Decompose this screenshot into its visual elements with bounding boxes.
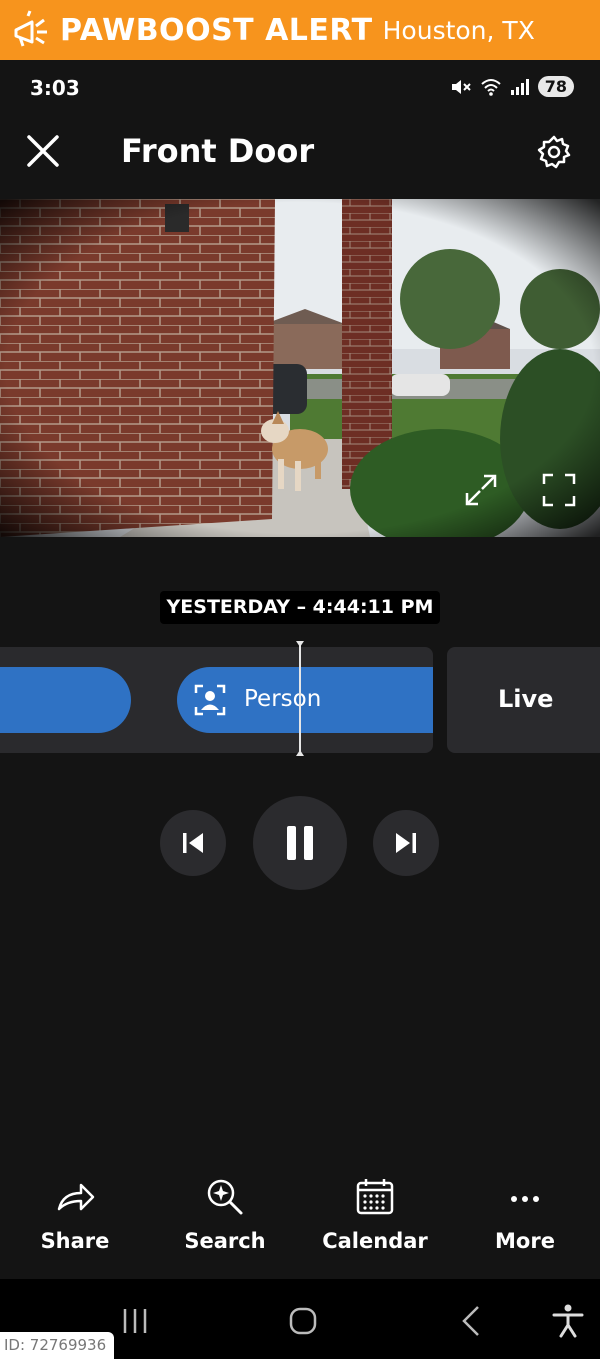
pause-button[interactable]: [253, 796, 347, 890]
banner-location: Houston, TX: [382, 15, 535, 45]
skip-next-button[interactable]: [373, 810, 439, 876]
event-clip-previous[interactable]: [0, 667, 131, 733]
megaphone-icon: [14, 10, 47, 47]
close-icon[interactable]: [24, 132, 62, 170]
expand-icon[interactable]: [462, 471, 500, 509]
search-sparkle-icon: [207, 1179, 243, 1215]
pawboost-banner: PAWBOOST ALERT Houston, TX: [0, 0, 600, 60]
more-button[interactable]: More: [450, 1175, 600, 1253]
event-timeline[interactable]: Person: [0, 647, 433, 753]
event-clip-person[interactable]: Person: [177, 667, 433, 733]
person-detect-icon: [194, 684, 226, 716]
fullscreen-icon[interactable]: [540, 471, 578, 509]
page-title: Front Door: [121, 132, 315, 170]
home-icon[interactable]: [283, 1301, 323, 1341]
recents-icon[interactable]: [115, 1301, 155, 1341]
search-label: Search: [184, 1229, 266, 1253]
live-label: Live: [498, 685, 554, 713]
scrubber-top-marker: [296, 641, 304, 647]
more-icon: [511, 1196, 539, 1202]
camera-feed[interactable]: [0, 199, 600, 537]
wifi-icon: [481, 78, 501, 96]
battery-level: 78: [537, 76, 574, 97]
status-time: 3:03: [30, 76, 80, 100]
action-bar: Share Search Calendar More: [0, 1175, 600, 1275]
accessibility-icon[interactable]: [548, 1301, 588, 1341]
mute-icon: [451, 79, 471, 94]
scrubber-bottom-marker: [296, 750, 304, 756]
signal-icon: [510, 78, 529, 95]
image-id-tag: ID: 72769936: [0, 1332, 114, 1359]
back-icon[interactable]: [452, 1301, 492, 1341]
search-button[interactable]: Search: [150, 1175, 300, 1253]
share-icon: [57, 1183, 95, 1211]
banner-title: PAWBOOST ALERT: [60, 12, 373, 48]
gear-icon[interactable]: [536, 134, 572, 170]
live-button[interactable]: Live: [447, 647, 600, 753]
more-label: More: [495, 1229, 555, 1253]
timeline-scrubber[interactable]: [299, 645, 301, 755]
skip-previous-icon: [183, 833, 203, 853]
camera-image: [0, 199, 600, 537]
skip-previous-button[interactable]: [160, 810, 226, 876]
skip-next-icon: [396, 833, 416, 853]
timestamp-label: YESTERDAY – 4:44:11 PM: [160, 591, 440, 624]
calendar-icon: [356, 1179, 394, 1215]
share-button[interactable]: Share: [0, 1175, 150, 1253]
calendar-label: Calendar: [322, 1229, 428, 1253]
header: Front Door: [0, 118, 600, 188]
share-label: Share: [40, 1229, 110, 1253]
status-bar: 3:03 78: [0, 60, 600, 116]
event-label: Person: [244, 686, 322, 712]
pause-icon: [287, 826, 313, 860]
calendar-button[interactable]: Calendar: [300, 1175, 450, 1253]
